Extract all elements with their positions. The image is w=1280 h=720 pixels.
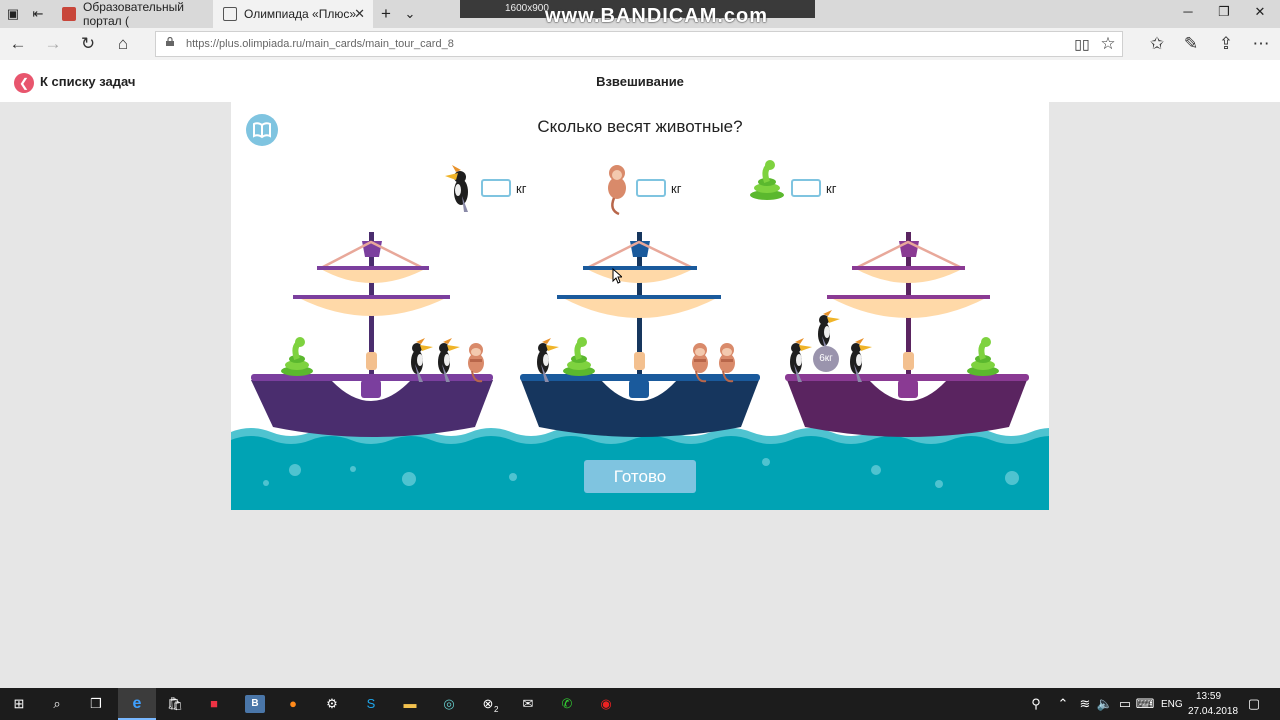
refresh-icon[interactable]: ↻ [77, 35, 99, 53]
boat-left [251, 232, 493, 437]
page-favicon-icon [223, 7, 237, 21]
maximize-button[interactable]: ❐ [1214, 4, 1234, 22]
submit-button[interactable]: Готово [584, 460, 696, 493]
tab-olimpiada[interactable]: Олимпиада «Плюс» ✕ [213, 0, 373, 28]
search-icon[interactable]: ⌕ [47, 695, 67, 713]
share-icon[interactable]: ⇪ [1215, 35, 1237, 53]
more-menu-icon[interactable]: ⋯ [1250, 35, 1272, 53]
tab-list-chevron-icon[interactable]: ⌄ [401, 5, 419, 23]
snake-figure-2 [563, 337, 595, 376]
mail-icon[interactable]: ✉ [518, 695, 538, 713]
page-title: Взвешивание [596, 74, 684, 89]
notifications-icon[interactable]: ▢ [1244, 695, 1264, 713]
favorites-hub-icon[interactable]: ✩ [1146, 35, 1168, 53]
recorder-watermark: www.BANDICAM.com [545, 5, 769, 27]
snake-figure-3 [967, 337, 999, 376]
close-tab-icon[interactable]: ✕ [354, 6, 365, 22]
clock-date[interactable]: 27.04.2018 [1188, 706, 1238, 717]
favorite-star-icon[interactable]: ☆ [1097, 35, 1119, 53]
show-hidden-icons-chevron-icon[interactable]: ⌃ [1053, 695, 1073, 713]
forward-arrow-icon[interactable]: → [42, 35, 64, 53]
battery-icon[interactable]: ▭ [1115, 695, 1135, 713]
monkey-answer-icon [608, 165, 626, 216]
gift-app-icon[interactable]: ■ [204, 695, 224, 713]
bird-unit-label: кг [516, 181, 527, 196]
back-to-tasks-link[interactable]: К списку задач [40, 74, 135, 89]
app-icon[interactable]: ◎ [439, 695, 459, 713]
boat-middle [520, 232, 760, 437]
url-text[interactable]: https://plus.olimpiada.ru/main_cards/mai… [186, 38, 454, 50]
question-text: Сколько весят животные? [537, 117, 743, 136]
input-language[interactable]: ENG [1161, 699, 1183, 710]
mouse-cursor-icon [612, 268, 622, 284]
monkey-weight-input[interactable] [636, 179, 666, 197]
volume-icon[interactable]: 🔈 [1095, 695, 1115, 713]
clock-time[interactable]: 13:59 [1196, 691, 1221, 702]
bird-answer-icon [445, 165, 468, 212]
reading-view-icon[interactable]: ▯▯ [1071, 35, 1093, 53]
portal-favicon-icon [62, 7, 76, 21]
recorder-resolution: 1600x900 [505, 3, 549, 14]
bird-weight-input[interactable] [481, 179, 511, 197]
web-note-pen-icon[interactable]: ✎ [1180, 35, 1202, 53]
vk-icon[interactable]: B [245, 695, 265, 713]
boats-scene [231, 232, 1049, 510]
whatsapp-icon[interactable]: ✆ [557, 695, 577, 713]
home-icon[interactable]: ⌂ [112, 35, 134, 53]
edge-browser-icon[interactable]: e [127, 695, 147, 713]
tab-title: Образовательный портал ( [83, 0, 184, 28]
skype-icon[interactable]: S [361, 695, 381, 713]
network-icon[interactable]: ≋ [1075, 695, 1095, 713]
tab-back-icon[interactable]: ⇤ [29, 5, 47, 23]
minimize-button[interactable]: ─ [1178, 4, 1198, 22]
lock-icon [166, 37, 174, 46]
windows-start-icon[interactable]: ⊞ [9, 695, 29, 713]
bandicam-record-icon[interactable]: ◉ [596, 695, 616, 713]
firefox-icon[interactable]: ● [283, 695, 303, 713]
weight-badge: 6кг [813, 346, 839, 372]
tab-manager-icon[interactable]: ▣ [4, 5, 22, 23]
tab-portal[interactable]: Образовательный портал ( [52, 0, 212, 28]
task-card: 6кг [231, 102, 1049, 510]
snake-answer-icon [750, 160, 784, 200]
new-tab-button[interactable]: + [377, 4, 395, 23]
monkey-unit-label: кг [671, 181, 682, 196]
snake-figure-1 [281, 337, 313, 376]
close-window-button[interactable]: ✕ [1250, 4, 1270, 22]
snake-unit-label: кг [826, 181, 837, 196]
snake-weight-input[interactable] [791, 179, 821, 197]
tab-title: Олимпиада «Плюс» [244, 7, 357, 21]
keyboard-icon[interactable]: ⌨ [1135, 695, 1155, 713]
file-explorer-icon[interactable]: ▬ [400, 695, 420, 713]
book-icon[interactable] [246, 114, 278, 146]
back-chevron-icon[interactable]: ❮ [14, 73, 34, 93]
xbox-badge: 2 [494, 705, 499, 714]
store-icon[interactable]: 🛍 [165, 695, 185, 713]
back-arrow-icon[interactable]: ← [7, 35, 29, 53]
people-icon[interactable]: ⚲ [1026, 695, 1046, 713]
task-view-icon[interactable]: ❒ [86, 695, 106, 713]
settings-gear-icon[interactable]: ⚙ [322, 695, 342, 713]
